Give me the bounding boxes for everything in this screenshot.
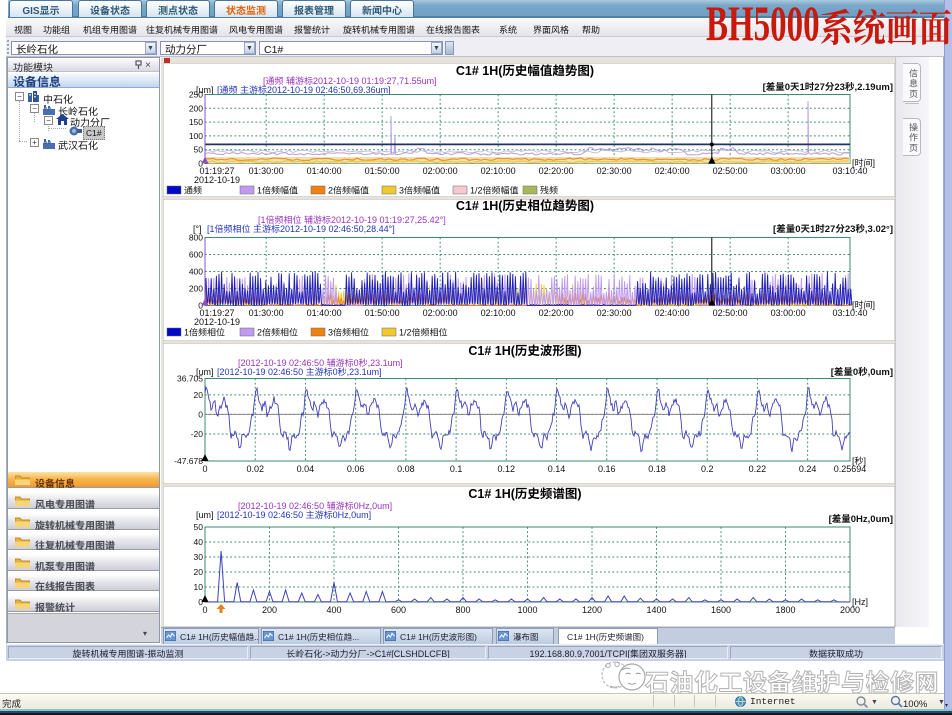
svg-text:0.04: 0.04 (297, 462, 315, 475)
svg-text:[1倍频相位 主游标2012-10-19 02:46:50,: [1倍频相位 主游标2012-10-19 02:46:50,28.44°] (207, 222, 395, 235)
svg-text:02:50:00: 02:50:00 (713, 164, 748, 177)
svg-text:1200: 1200 (582, 603, 602, 616)
svg-text:1800: 1800 (775, 603, 795, 616)
svg-text:[差量0秒,0um]: [差量0秒,0um] (831, 364, 893, 378)
svg-text:150: 150 (189, 116, 203, 128)
svg-text:800: 800 (189, 232, 203, 244)
svg-text:50: 50 (194, 521, 204, 533)
svg-text:02:30:00: 02:30:00 (597, 164, 632, 177)
svg-text:02:20:00: 02:20:00 (539, 306, 574, 319)
svg-text:0.12: 0.12 (498, 462, 516, 475)
svg-text:C1# 1H(历史波形图): C1# 1H(历史波形图) (468, 343, 581, 359)
svg-text:1/2倍频相位: 1/2倍频相位 (399, 326, 448, 339)
svg-text:0: 0 (202, 603, 207, 616)
svg-text:01:50:00: 01:50:00 (365, 306, 400, 319)
svg-text:100: 100 (189, 130, 203, 142)
svg-text:250: 250 (189, 89, 203, 101)
svg-text:01:30:00: 01:30:00 (249, 164, 284, 177)
svg-text:02:00:00: 02:00:00 (423, 306, 458, 319)
svg-text:C1# 1H(历史频谱图): C1# 1H(历史频谱图) (468, 486, 581, 502)
svg-text:200: 200 (189, 102, 203, 114)
svg-text:30: 30 (194, 551, 204, 563)
svg-text:1000: 1000 (517, 603, 537, 616)
svg-text:[时间]: [时间] (852, 298, 875, 311)
svg-text:0.18: 0.18 (648, 462, 666, 475)
svg-text:400: 400 (326, 603, 341, 616)
svg-text:01:30:00: 01:30:00 (249, 306, 284, 319)
svg-text:0: 0 (202, 462, 207, 475)
svg-text:C1# 1H(历史相位趋势图): C1# 1H(历史相位趋势图) (456, 199, 594, 214)
svg-text:600: 600 (189, 249, 203, 261)
svg-text:600: 600 (391, 603, 406, 616)
svg-text:02:30:00: 02:30:00 (597, 306, 632, 319)
svg-text:03:00:00: 03:00:00 (771, 164, 806, 177)
svg-text:50: 50 (194, 144, 204, 156)
svg-text:02:50:00: 02:50:00 (713, 306, 748, 319)
svg-text:02:10:00: 02:10:00 (481, 306, 516, 319)
svg-text:3倍频相位: 3倍频相位 (328, 326, 369, 339)
svg-text:1/2倍频幅值: 1/2倍频幅值 (470, 184, 519, 197)
svg-text:20: 20 (194, 566, 204, 578)
svg-text:0.2: 0.2 (701, 462, 714, 475)
svg-text:1倍频幅值: 1倍频幅值 (257, 184, 298, 197)
svg-text:01:40:00: 01:40:00 (307, 164, 342, 177)
svg-text:[um]: [um] (196, 508, 214, 521)
svg-text:[时间]: [时间] (852, 156, 875, 169)
svg-text:0.14: 0.14 (548, 462, 566, 475)
svg-text:200: 200 (189, 283, 203, 295)
svg-text:[Hz]: [Hz] (852, 595, 868, 608)
svg-text:02:20:00: 02:20:00 (539, 164, 574, 177)
svg-text:[秒]: [秒] (852, 454, 866, 467)
svg-text:2倍频相位: 2倍频相位 (257, 326, 298, 339)
svg-text:01:50:00: 01:50:00 (365, 164, 400, 177)
svg-text:02:40:00: 02:40:00 (655, 164, 690, 177)
svg-text:[差量0天1时27分23秒,2.19um]: [差量0天1时27分23秒,2.19um] (763, 79, 893, 93)
svg-text:03:00:00: 03:00:00 (771, 306, 806, 319)
svg-text:通频: 通频 (184, 184, 202, 197)
svg-text:[2012-10-19 02:46:50 主游标0Hz,0u: [2012-10-19 02:46:50 主游标0Hz,0um] (217, 508, 371, 521)
svg-text:-20: -20 (191, 428, 204, 440)
svg-text:3倍频幅值: 3倍频幅值 (399, 184, 440, 197)
svg-text:1倍频相位: 1倍频相位 (184, 326, 225, 339)
svg-text:200: 200 (262, 603, 277, 616)
svg-text:400: 400 (189, 266, 203, 278)
svg-text:20: 20 (194, 389, 204, 401)
svg-text:02:10:00: 02:10:00 (481, 164, 516, 177)
svg-text:800: 800 (455, 603, 470, 616)
svg-text:0.16: 0.16 (598, 462, 616, 475)
svg-text:残频: 残频 (540, 184, 558, 197)
svg-text:[差量0Hz,0um]: [差量0Hz,0um] (829, 511, 893, 525)
svg-text:0.02: 0.02 (246, 462, 264, 475)
svg-text:1400: 1400 (646, 603, 666, 616)
svg-text:0.1: 0.1 (450, 462, 463, 475)
svg-text:0.06: 0.06 (347, 462, 365, 475)
svg-text:2倍频幅值: 2倍频幅值 (328, 184, 369, 197)
svg-text:01:40:00: 01:40:00 (307, 306, 342, 319)
svg-text:36.705: 36.705 (177, 373, 203, 385)
svg-text:0.08: 0.08 (397, 462, 415, 475)
svg-text:40: 40 (194, 536, 204, 548)
svg-text:[2012-10-19 02:46:50 主游标0秒,23.: [2012-10-19 02:46:50 主游标0秒,23.1um] (217, 365, 382, 378)
svg-text:0: 0 (198, 408, 203, 420)
svg-text:02:00:00: 02:00:00 (423, 164, 458, 177)
svg-text:C1# 1H(历史幅值趋势图): C1# 1H(历史幅值趋势图) (456, 63, 594, 79)
svg-text:[差量0天1时27分23秒,3.02°]: [差量0天1时27分23秒,3.02°] (773, 221, 893, 235)
svg-text:10: 10 (194, 581, 204, 593)
svg-text:0.22: 0.22 (749, 462, 767, 475)
svg-text:1600: 1600 (711, 603, 731, 616)
svg-text:0.24: 0.24 (799, 462, 817, 475)
svg-text:-47.678: -47.678 (174, 455, 203, 467)
svg-text:02:40:00: 02:40:00 (655, 306, 690, 319)
